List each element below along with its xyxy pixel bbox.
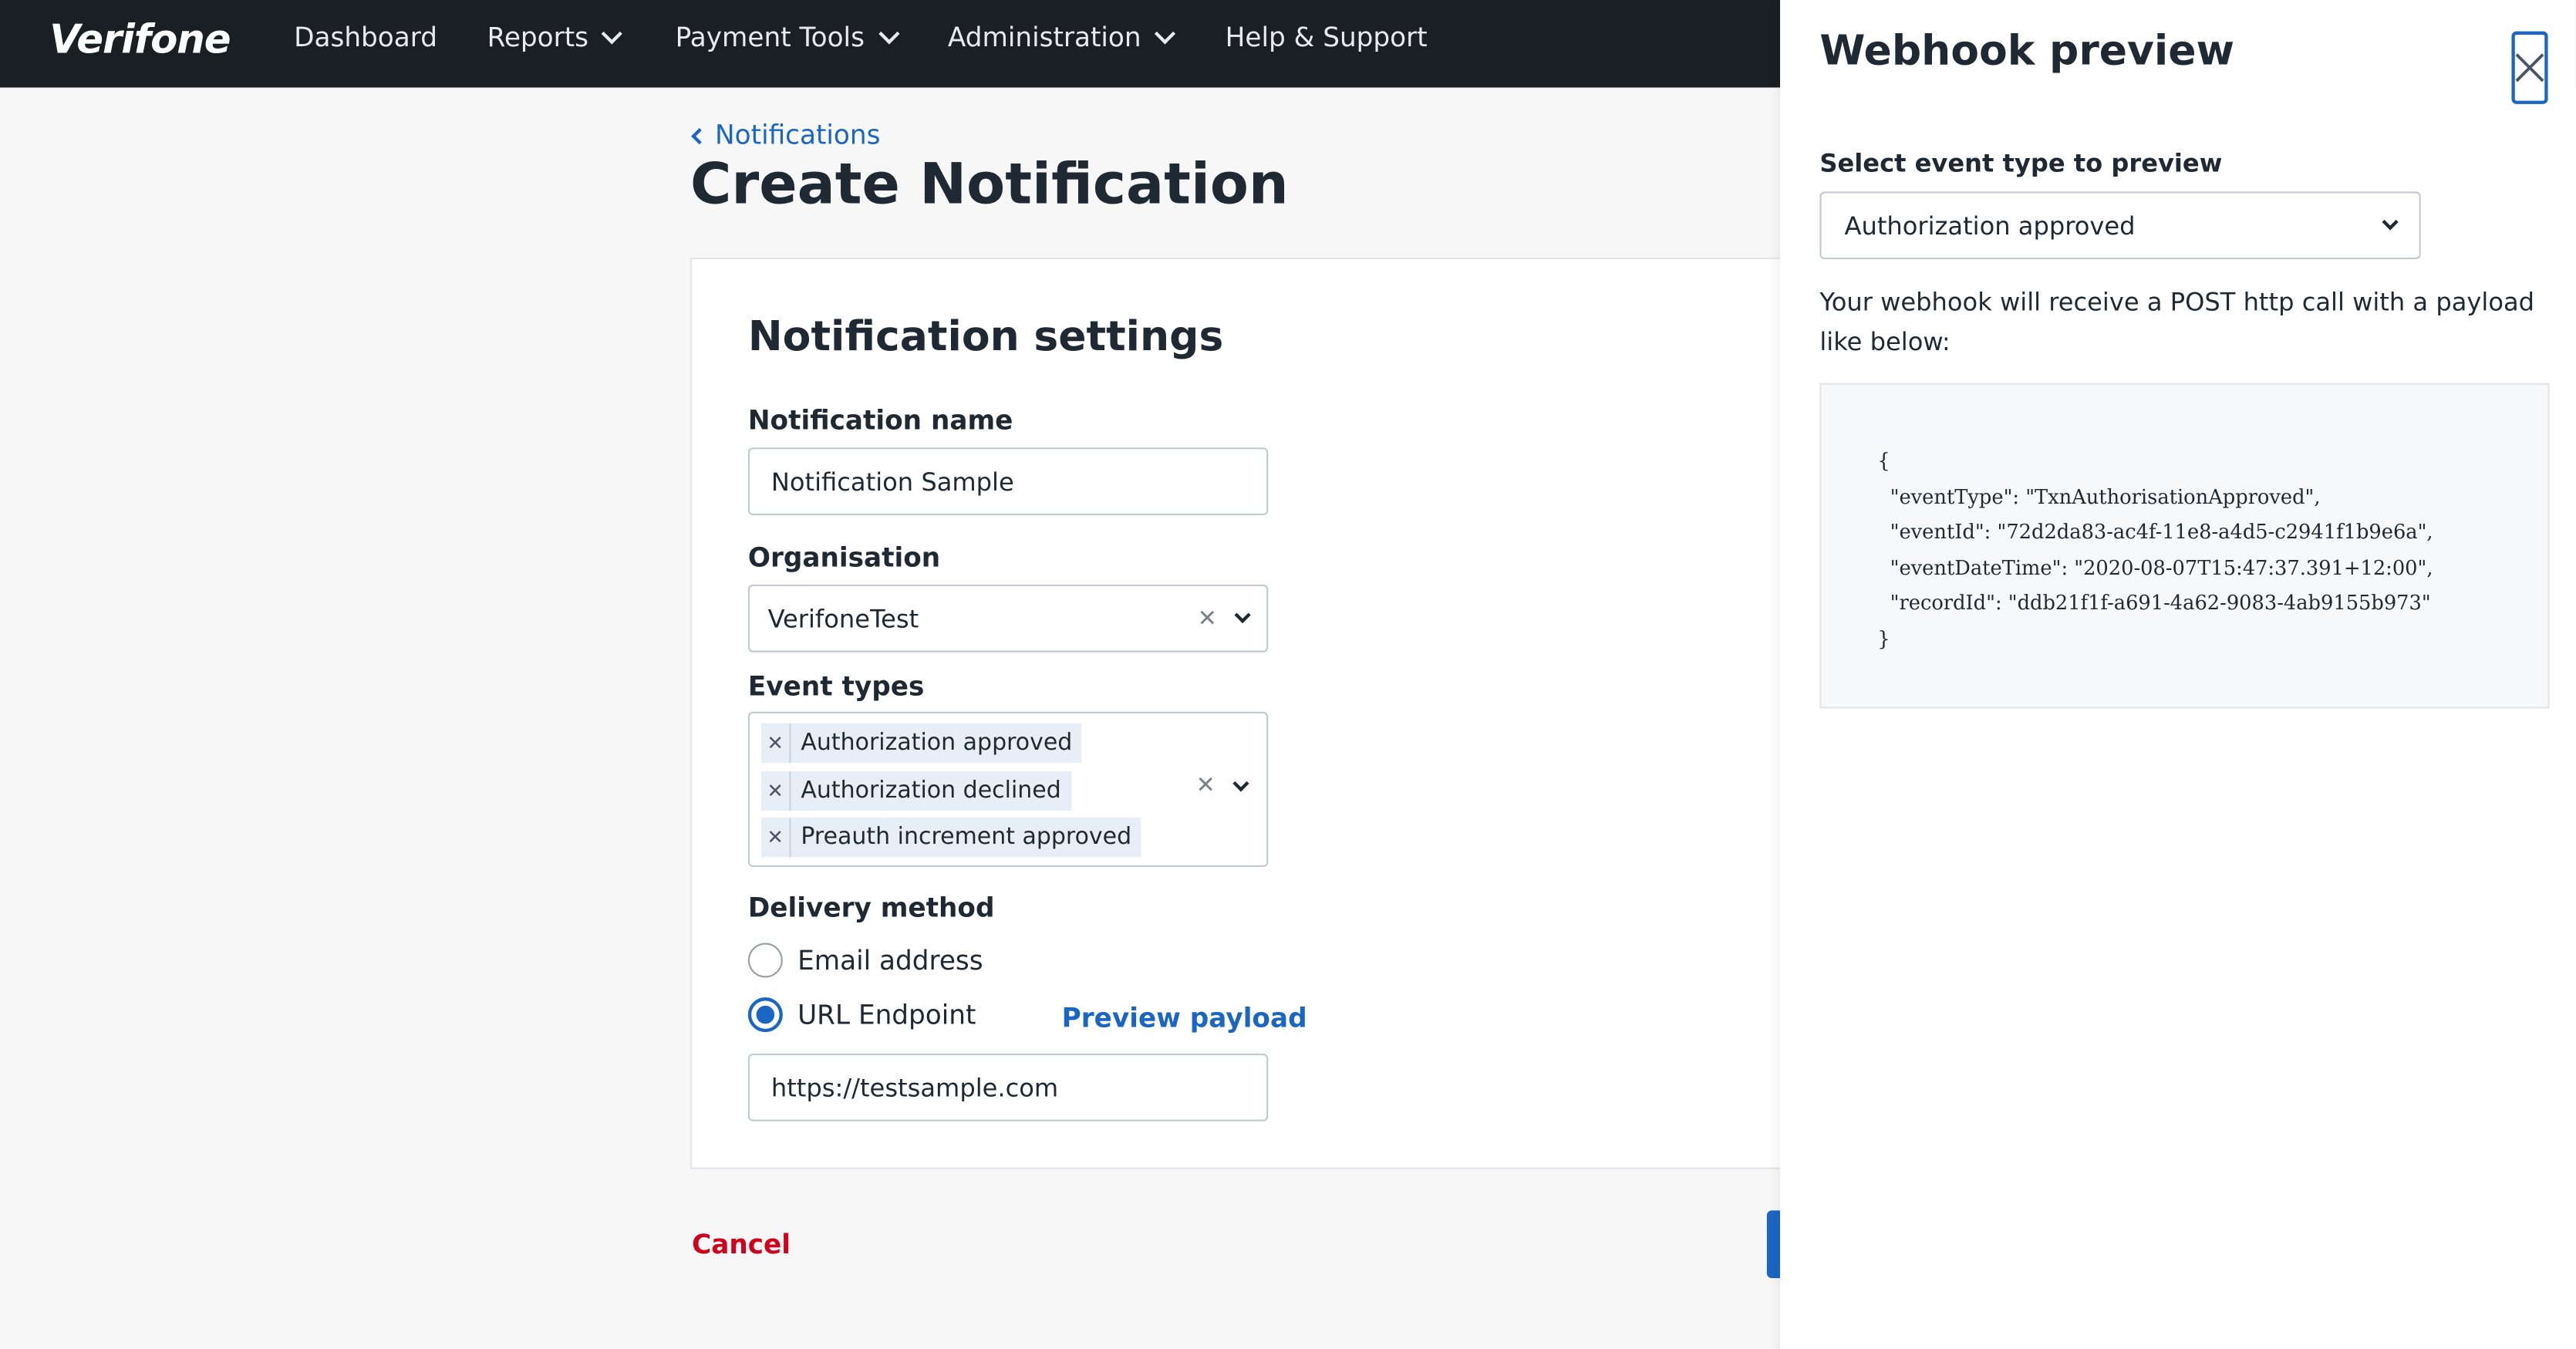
event-tag: ✕ Preauth increment approved (761, 817, 1141, 858)
notification-name-label: Notification name (747, 404, 1013, 437)
event-type-preview-select[interactable]: Authorization approved (1819, 191, 2421, 260)
nav-help-support-label: Help & Support (1225, 21, 1428, 53)
notification-name-input[interactable]: Notification Sample (747, 447, 1269, 515)
close-icon (2515, 53, 2544, 83)
drawer-title: Webhook preview (1819, 26, 2235, 75)
payload-line: "eventType": "TxnAuthorisationApproved", (1877, 484, 2321, 508)
nav-payment-tools-label: Payment Tools (675, 21, 865, 53)
breadcrumb-back-link[interactable]: Notifications (691, 119, 881, 150)
cancel-button[interactable]: Cancel (692, 1229, 791, 1260)
radio-email-label: Email address (797, 944, 983, 976)
payload-line: } (1877, 627, 1890, 651)
organisation-label: Organisation (747, 541, 941, 573)
chevron-down-icon (2382, 214, 2399, 231)
organisation-select[interactable]: VerifoneTest ✕ (747, 584, 1269, 653)
remove-tag-icon[interactable]: ✕ (761, 817, 791, 858)
payload-line: "eventDateTime": "2020-08-07T15:47:37.39… (1877, 556, 2433, 580)
page-title: Create Notification (690, 151, 1289, 218)
breadcrumb-label: Notifications (715, 119, 881, 150)
remove-tag-icon[interactable]: ✕ (761, 771, 791, 811)
chevron-down-icon (1155, 22, 1176, 44)
nav-reports[interactable]: Reports (487, 21, 623, 53)
nav-administration[interactable]: Administration (947, 21, 1176, 53)
event-tag-label: Authorization declined (801, 777, 1061, 804)
payload-line: "eventId": "72d2da83-ac4f-11e8-a4d5-c294… (1877, 520, 2433, 544)
delivery-method-label: Delivery method (747, 892, 995, 923)
event-type-preview-value: Authorization approved (1844, 210, 2136, 241)
nav-help-support[interactable]: Help & Support (1226, 22, 1428, 53)
radio-circle-selected[interactable] (747, 997, 783, 1033)
remove-tag-icon[interactable]: ✕ (761, 723, 791, 764)
url-endpoint-value: https://testsample.com (770, 1072, 1059, 1103)
chevron-down-icon (878, 22, 899, 44)
chevron-down-icon[interactable] (1234, 606, 1251, 624)
close-button[interactable] (2511, 31, 2548, 104)
drawer-description: Your webhook will receive a POST http ca… (1819, 287, 2535, 357)
event-tag: ✕ Authorization declined (761, 771, 1071, 811)
radio-url-endpoint[interactable]: URL Endpoint (747, 997, 976, 1033)
event-tag-label: Preauth increment approved (801, 824, 1132, 851)
event-tag-label: Authorization approved (801, 730, 1073, 757)
nav-dashboard[interactable]: Dashboard (294, 22, 437, 53)
section-title: Notification settings (747, 312, 1224, 360)
clear-icon[interactable]: ✕ (1198, 605, 1217, 632)
event-types-multiselect[interactable]: ✕ Authorization approved ✕ Authorization… (747, 711, 1269, 868)
payload-code-block: { "eventType": "TxnAuthorisationApproved… (1819, 383, 2550, 709)
webhook-preview-drawer: Webhook preview Select event type to pre… (1779, 0, 2576, 1349)
chevron-left-icon (691, 126, 708, 144)
url-endpoint-input[interactable]: https://testsample.com (747, 1053, 1269, 1121)
chevron-down-icon[interactable] (1232, 774, 1249, 791)
payload-line: { (1877, 449, 1890, 473)
nav-payment-tools[interactable]: Payment Tools (675, 21, 899, 53)
event-types-label: Event types (747, 670, 925, 702)
payload-code: { "eventType": "TxnAuthorisationApproved… (1877, 444, 2433, 658)
payload-line: "recordId": "ddb21f1f-a691-4a62-9083-4ab… (1877, 592, 2431, 615)
organisation-value: VerifoneTest (767, 603, 919, 634)
radio-url-label: URL Endpoint (797, 999, 976, 1030)
nav-administration-label: Administration (947, 21, 1141, 53)
nav-reports-label: Reports (487, 21, 588, 53)
clear-icon[interactable]: ✕ (1196, 773, 1216, 799)
event-tag: ✕ Authorization approved (761, 723, 1083, 764)
preview-payload-link[interactable]: Preview payload (1062, 1003, 1307, 1034)
nav-dashboard-label: Dashboard (294, 21, 437, 53)
select-event-label: Select event type to preview (1819, 148, 2223, 179)
chevron-down-icon (602, 22, 623, 44)
radio-circle[interactable] (747, 943, 783, 978)
verifone-logo[interactable]: Verifone (49, 16, 231, 62)
notification-settings-card: Notification settings Notification name … (690, 257, 1846, 1169)
notification-name-value: Notification Sample (770, 466, 1014, 497)
radio-email-address[interactable]: Email address (747, 943, 983, 978)
